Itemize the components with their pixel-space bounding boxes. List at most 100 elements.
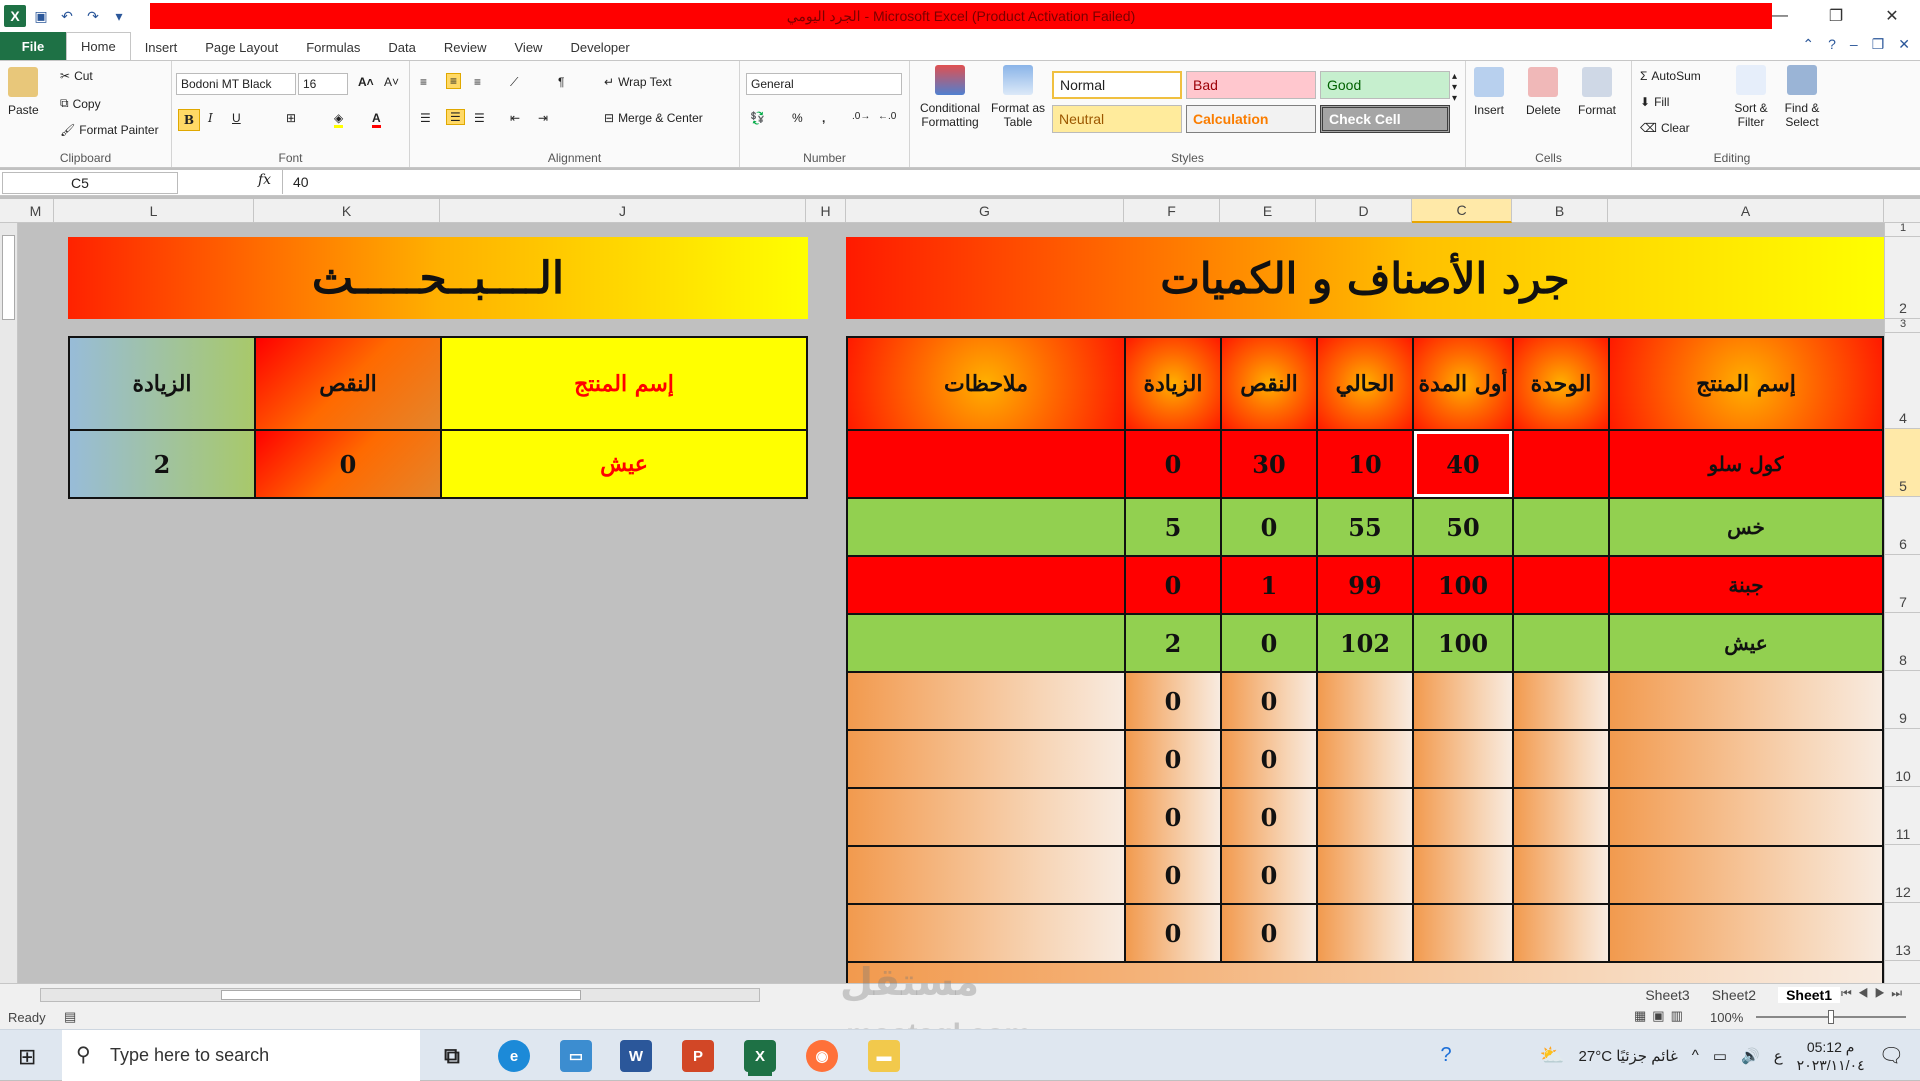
cell-increase[interactable]: 0 <box>1124 671 1222 731</box>
style-normal[interactable]: Normal <box>1052 71 1182 99</box>
merge-center-button[interactable]: ⊟ Merge & Center <box>604 111 703 125</box>
row-header[interactable]: 3 <box>1885 318 1920 333</box>
fx-icon[interactable]: fx <box>258 172 271 188</box>
network-icon[interactable]: ▭ <box>1713 1047 1727 1065</box>
column-header[interactable]: J <box>440 199 806 223</box>
cell-increase[interactable]: 0 <box>1124 845 1222 905</box>
cell-current[interactable]: 55 <box>1316 497 1414 557</box>
cell-unit[interactable] <box>1512 787 1610 847</box>
cell-product[interactable]: خس <box>1608 497 1884 557</box>
cell-increase[interactable]: 0 <box>1124 555 1222 615</box>
cell-decrease[interactable]: 0 <box>1220 729 1318 789</box>
firefox-icon[interactable]: ◉ <box>806 1040 838 1072</box>
cell-increase[interactable]: 2 <box>1124 613 1222 673</box>
rtl-icon[interactable]: ¶ <box>558 75 564 89</box>
column-header[interactable]: F <box>1124 199 1220 223</box>
style-check-cell[interactable]: Check Cell <box>1320 105 1450 133</box>
fill-color-icon[interactable]: ◈ <box>334 111 344 128</box>
workbook-minimize-icon[interactable]: – <box>1850 36 1858 53</box>
horizontal-scrollbar[interactable] <box>40 988 760 1002</box>
cell-product[interactable] <box>1608 787 1884 847</box>
cell-increase[interactable]: 0 <box>1124 903 1222 963</box>
align-left-icon[interactable]: ☰ <box>420 111 431 125</box>
fill-button[interactable]: ⬇ Fill <box>1640 95 1669 109</box>
weather-text[interactable]: 27°C غائم جزئيًا <box>1579 1047 1678 1065</box>
vertical-scrollbar[interactable] <box>0 223 18 983</box>
cell-current[interactable] <box>1316 729 1414 789</box>
cell-current[interactable] <box>1316 845 1414 905</box>
header-notes[interactable]: ملاحظات <box>846 336 1126 431</box>
view-buttons-icon[interactable]: ▦▣▥ <box>1634 1008 1689 1024</box>
tab-formulas[interactable]: Formulas <box>292 34 374 60</box>
sheet-tab-active[interactable]: Sheet1 <box>1778 987 1840 1003</box>
cell-decrease[interactable]: 0 <box>1220 613 1318 673</box>
computer-icon[interactable]: ▭ <box>560 1040 592 1072</box>
tab-view[interactable]: View <box>501 34 557 60</box>
column-header[interactable]: E <box>1220 199 1316 223</box>
powerpoint-icon[interactable]: P <box>682 1040 714 1072</box>
search-product-input[interactable]: عيش <box>440 429 808 499</box>
windows-start-icon[interactable]: ⊞ <box>18 1044 36 1070</box>
format-cells-button[interactable]: Format <box>1578 67 1616 117</box>
cell-start[interactable]: 100 <box>1412 555 1514 615</box>
cell-unit[interactable] <box>1512 429 1610 499</box>
main-title[interactable]: جرد الأصناف و الكميات <box>846 237 1884 319</box>
currency-icon[interactable]: 💱 <box>750 111 765 125</box>
cell-unit[interactable] <box>1512 729 1610 789</box>
borders-icon[interactable]: ⊞ <box>286 111 296 125</box>
format-painter-button[interactable]: 🖌 Format Painter <box>60 123 159 137</box>
search-header-increase[interactable]: الزيادة <box>68 336 256 431</box>
row-header[interactable]: 9 <box>1885 671 1920 729</box>
tab-page-layout[interactable]: Page Layout <box>191 34 292 60</box>
save-icon[interactable]: ▣ <box>30 5 52 27</box>
style-neutral[interactable]: Neutral <box>1052 105 1182 133</box>
insert-cells-button[interactable]: Insert <box>1474 67 1504 117</box>
row-header-selected[interactable]: 5 <box>1885 429 1920 497</box>
help-icon[interactable]: ? <box>1828 36 1836 53</box>
row-header[interactable]: 12 <box>1885 845 1920 903</box>
tab-file[interactable]: File <box>0 32 66 60</box>
zoom-slider[interactable] <box>1756 1010 1906 1024</box>
sheet-nav-arrows-icon[interactable]: ⏮◀▶⏭ <box>1841 986 1908 1001</box>
cell-product[interactable]: كول سلو <box>1608 429 1884 499</box>
column-header[interactable]: G <box>846 199 1124 223</box>
style-bad[interactable]: Bad <box>1186 71 1316 99</box>
customize-qat-icon[interactable]: ▾ <box>108 5 130 27</box>
formula-input[interactable]: 40 <box>282 170 1900 194</box>
find-select-button[interactable]: Find & Select <box>1778 65 1826 129</box>
cell-product[interactable] <box>1608 903 1884 963</box>
row-header[interactable]: 7 <box>1885 555 1920 613</box>
underline-button[interactable]: U <box>232 111 241 125</box>
cell-product[interactable]: عيش <box>1608 613 1884 673</box>
redo-icon[interactable]: ↷ <box>82 5 104 27</box>
cell-start[interactable] <box>1412 729 1514 789</box>
increase-decimal-icon[interactable]: .0→ <box>852 111 870 122</box>
align-middle-icon[interactable]: ≡ <box>446 73 462 89</box>
macro-record-icon[interactable]: ▤ <box>64 1009 76 1025</box>
font-color-icon[interactable]: A <box>372 111 381 128</box>
cell-product[interactable] <box>1608 845 1884 905</box>
paste-button[interactable]: Paste <box>8 67 39 117</box>
column-header[interactable]: B <box>1512 199 1608 223</box>
cell-current[interactable]: 102 <box>1316 613 1414 673</box>
row-header[interactable]: 8 <box>1885 613 1920 671</box>
cell-unit[interactable] <box>1512 671 1610 731</box>
cell-unit[interactable] <box>1512 903 1610 963</box>
edge-icon[interactable]: e <box>498 1040 530 1072</box>
cell-unit[interactable] <box>1512 497 1610 557</box>
cell-product[interactable] <box>1608 671 1884 731</box>
taskbar-search[interactable]: ⚲ Type here to search <box>62 1030 420 1081</box>
font-size-select[interactable]: 16 <box>298 73 348 95</box>
excel-logo-icon[interactable]: X <box>4 5 26 27</box>
search-header-decrease[interactable]: النقص <box>254 336 442 431</box>
horizontal-scroll-thumb[interactable] <box>221 990 581 1000</box>
align-center-icon[interactable]: ☰ <box>446 109 465 125</box>
column-header[interactable]: M <box>18 199 54 223</box>
cell-current[interactable]: 10 <box>1316 429 1414 499</box>
number-format-select[interactable]: General <box>746 73 902 95</box>
minimize-ribbon-icon[interactable]: ⌃ <box>1802 36 1814 53</box>
row-header[interactable]: 4 <box>1885 333 1920 429</box>
cell-start[interactable] <box>1412 671 1514 731</box>
header-current[interactable]: الحالي <box>1316 336 1414 431</box>
minimize-icon[interactable]: — <box>1752 0 1808 32</box>
